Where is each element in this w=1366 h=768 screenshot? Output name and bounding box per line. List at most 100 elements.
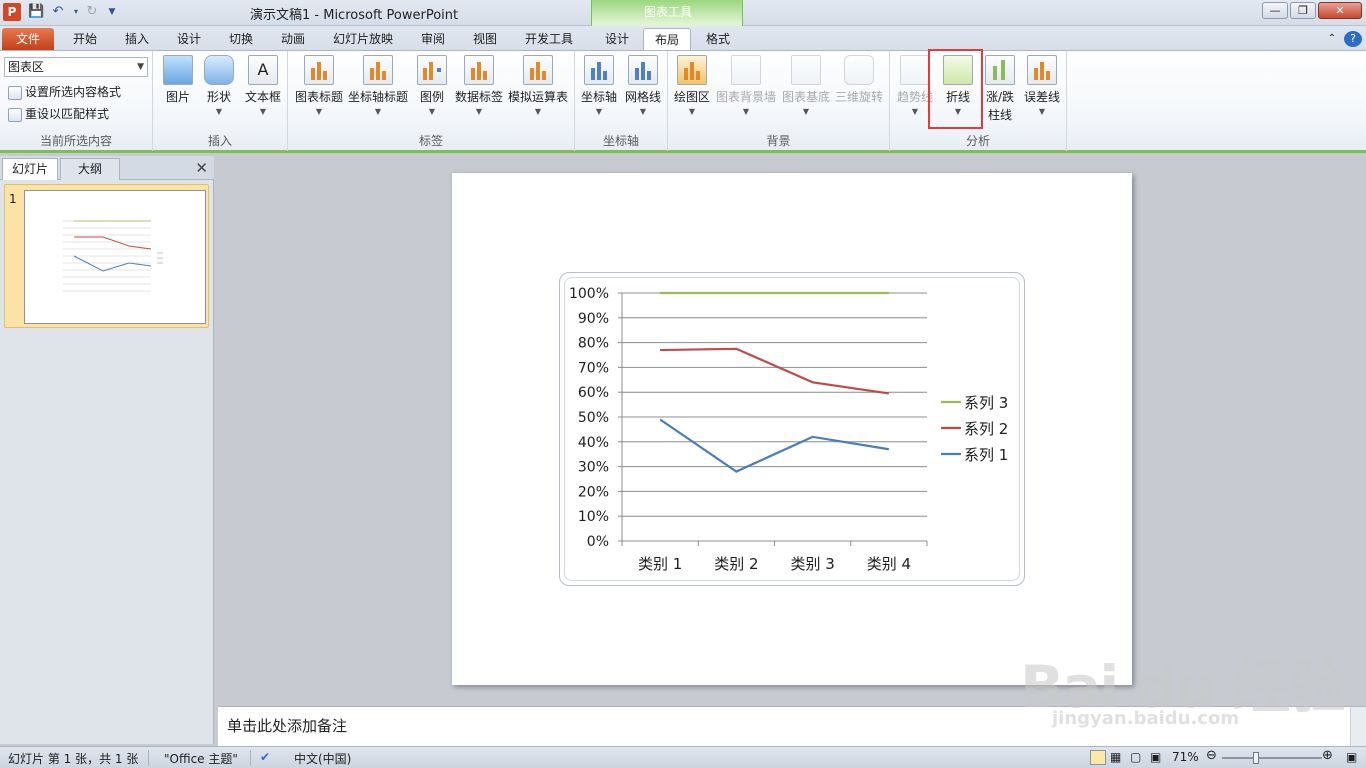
window-title: 演示文稿1 - Microsoft PowerPoint bbox=[250, 8, 459, 23]
undo-icon[interactable]: ↶ bbox=[50, 4, 66, 20]
chart-wall-button[interactable]: 图表背景墙 ▼ bbox=[716, 55, 776, 116]
tab-home[interactable]: 开始 bbox=[62, 28, 108, 50]
chart-elements-dropdown[interactable]: 图表区 ▼ bbox=[4, 57, 148, 77]
plot-area-button[interactable]: 绘图区 ▼ bbox=[672, 55, 712, 116]
powerpoint-logo-icon[interactable]: P bbox=[3, 3, 21, 21]
minimize-button[interactable]: — bbox=[1262, 2, 1288, 19]
tab-file[interactable]: 文件 bbox=[2, 28, 54, 50]
insert-textbox-button[interactable]: A 文本框 ▼ bbox=[243, 55, 283, 116]
error-bars-button[interactable]: 误差线 ▼ bbox=[1022, 55, 1062, 116]
ribbon-tab-bar: 文件 开始 插入 设计 切换 动画 幻灯片放映 审阅 视图 开发工具 设计 布局… bbox=[0, 26, 1366, 50]
y-tick-label: 50% bbox=[578, 410, 609, 426]
data-labels-button[interactable]: 数据标签 ▼ bbox=[454, 55, 504, 116]
legend-entry: 系列 1 bbox=[964, 446, 1008, 464]
y-tick-label: 100% bbox=[569, 286, 609, 302]
zoom-slider-thumb[interactable] bbox=[1253, 752, 1259, 764]
customize-qat-icon[interactable]: ▼ bbox=[104, 4, 120, 20]
notes-scrollbar[interactable] bbox=[1350, 707, 1366, 747]
baidu-jingyan-watermark: Bai du 经验 jingyan.baidu.com bbox=[1020, 618, 1350, 738]
theme-name: "Office 主题" bbox=[164, 752, 238, 766]
up-down-bars-label-1: 涨/跌 bbox=[985, 90, 1015, 104]
gridlines-button[interactable]: 网格线 ▼ bbox=[623, 55, 663, 116]
trendline-icon bbox=[900, 55, 930, 85]
format-selection-button[interactable]: 设置所选内容格式 bbox=[8, 83, 121, 100]
tab-review[interactable]: 审阅 bbox=[410, 28, 456, 50]
chevron-down-icon: ▼ bbox=[742, 107, 750, 116]
axes-button[interactable]: 坐标轴 ▼ bbox=[579, 55, 619, 116]
chevron-down-icon: ▼ bbox=[475, 107, 483, 116]
chart-area[interactable]: 0% 10% 20% 30% 40% 50% 60% 70% 80% 90% 100% 类别 1 类别 … bbox=[564, 277, 1020, 581]
tab-chart-design[interactable]: 设计 bbox=[594, 28, 640, 50]
chart-title-button[interactable]: 图表标题 ▼ bbox=[294, 55, 344, 116]
data-table-button[interactable]: 模拟运算表 ▼ bbox=[508, 55, 568, 116]
format-selection-icon bbox=[8, 85, 22, 100]
chevron-down-icon: ▼ bbox=[428, 107, 436, 116]
close-button[interactable]: ✕ bbox=[1318, 2, 1362, 19]
insert-shapes-label: 形状 bbox=[206, 90, 231, 104]
tab-developer[interactable]: 开发工具 bbox=[516, 28, 582, 50]
data-labels-icon bbox=[464, 55, 494, 85]
tab-design[interactable]: 设计 bbox=[166, 28, 212, 50]
save-icon[interactable]: 💾 bbox=[28, 4, 44, 20]
slideshow-icon[interactable]: ▣ bbox=[1150, 750, 1161, 764]
insert-shapes-button[interactable]: 形状 ▼ bbox=[202, 55, 236, 116]
redo-icon[interactable]: ↻ bbox=[84, 4, 100, 20]
x-tick-label: 类别 4 bbox=[867, 555, 911, 573]
reset-style-button[interactable]: 重设以匹配样式 bbox=[8, 105, 109, 122]
group-label-background: 背景 bbox=[766, 134, 791, 148]
axis-titles-icon bbox=[363, 55, 393, 85]
plot-area-label: 绘图区 bbox=[673, 90, 710, 104]
undo-dropdown-icon[interactable]: ▾ bbox=[68, 4, 84, 20]
y-tick-label: 30% bbox=[578, 460, 609, 476]
zoom-slider[interactable] bbox=[1222, 757, 1322, 759]
chart-tools-label: 图表工具 bbox=[643, 5, 692, 19]
slide-thumbnail-selected[interactable] bbox=[4, 184, 209, 328]
data-labels-label: 数据标签 bbox=[454, 90, 503, 104]
axis-titles-button[interactable]: 坐标轴标题 ▼ bbox=[348, 55, 408, 116]
up-down-bars-button[interactable]: 涨/跌 柱线 bbox=[980, 55, 1020, 123]
maximize-button[interactable]: ❐ bbox=[1290, 2, 1316, 19]
slide-canvas[interactable]: 0% 10% 20% 30% 40% 50% 60% 70% 80% 90% 100% 类别 1 类别 … bbox=[452, 173, 1132, 685]
tab-outline[interactable]: 大纲 bbox=[60, 158, 120, 180]
y-tick-label: 70% bbox=[578, 360, 609, 376]
reading-view-icon[interactable]: ▢ bbox=[1130, 750, 1141, 764]
chevron-down-icon: ▼ bbox=[259, 107, 267, 116]
normal-view-icon[interactable] bbox=[1090, 750, 1106, 765]
tab-chart-layout[interactable]: 布局 bbox=[643, 28, 691, 50]
language[interactable]: 中文(中国) bbox=[294, 750, 351, 767]
legend-button[interactable]: 图例 ▼ bbox=[414, 55, 450, 116]
chevron-down-icon: ▼ bbox=[534, 107, 542, 116]
close-icon[interactable]: ✕ bbox=[195, 159, 208, 177]
help-icon[interactable]: ? bbox=[1344, 31, 1362, 47]
insert-picture-button[interactable]: 图片 bbox=[161, 55, 195, 105]
zoom-level[interactable]: 71% bbox=[1172, 750, 1199, 764]
tab-animations[interactable]: 动画 bbox=[270, 28, 316, 50]
tab-slideshow[interactable]: 幻灯片放映 bbox=[324, 28, 402, 50]
shapes-icon bbox=[204, 55, 234, 85]
tab-slides[interactable]: 幻灯片 bbox=[2, 158, 58, 180]
group-labels: 图表标题 ▼ 坐标轴标题 ▼ 图例 ▼ 数据标签 ▼ 模拟运算表 ▼ 标签 bbox=[288, 51, 575, 151]
status-bar: 幻灯片 第 1 张，共 1 张 "Office 主题" ✔ 中文(中国) ▦ ▢… bbox=[0, 746, 1366, 768]
slide-thumbnail[interactable] bbox=[24, 190, 206, 324]
tab-view[interactable]: 视图 bbox=[462, 28, 508, 50]
tab-chart-format[interactable]: 格式 bbox=[695, 28, 741, 50]
zoom-out-icon[interactable]: ⊖ bbox=[1206, 748, 1217, 763]
slide-info: 幻灯片 第 1 张，共 1 张 bbox=[8, 752, 139, 766]
slide-number: 1 bbox=[9, 192, 17, 206]
group-label-axes: 坐标轴 bbox=[602, 134, 639, 148]
notes-placeholder[interactable]: 单击此处添加备注 bbox=[227, 715, 347, 736]
fit-to-window-icon[interactable]: ▣ bbox=[1346, 750, 1357, 764]
chart-object[interactable]: 0% 10% 20% 30% 40% 50% 60% 70% 80% 90% 100% 类别 1 类别 … bbox=[559, 272, 1025, 586]
chart-floor-button[interactable]: 图表基底 ▼ bbox=[780, 55, 832, 116]
3d-rotation-icon bbox=[844, 55, 874, 85]
y-tick-label: 80% bbox=[578, 336, 609, 352]
ribbon-minimize-icon[interactable]: ⌃ bbox=[1324, 28, 1340, 50]
tab-insert[interactable]: 插入 bbox=[114, 28, 160, 50]
3d-rotation-button[interactable]: 三维旋转 bbox=[834, 55, 884, 105]
slide-sorter-icon[interactable]: ▦ bbox=[1110, 750, 1121, 764]
tab-transitions[interactable]: 切换 bbox=[218, 28, 264, 50]
zoom-in-icon[interactable]: ⊕ bbox=[1322, 748, 1333, 763]
slides-pane-tabs: 幻灯片 大纲 ✕ bbox=[0, 156, 214, 180]
spell-check-icon[interactable]: ✔ bbox=[260, 750, 270, 764]
slides-pane: 幻灯片 大纲 ✕ 1 bbox=[0, 156, 214, 744]
